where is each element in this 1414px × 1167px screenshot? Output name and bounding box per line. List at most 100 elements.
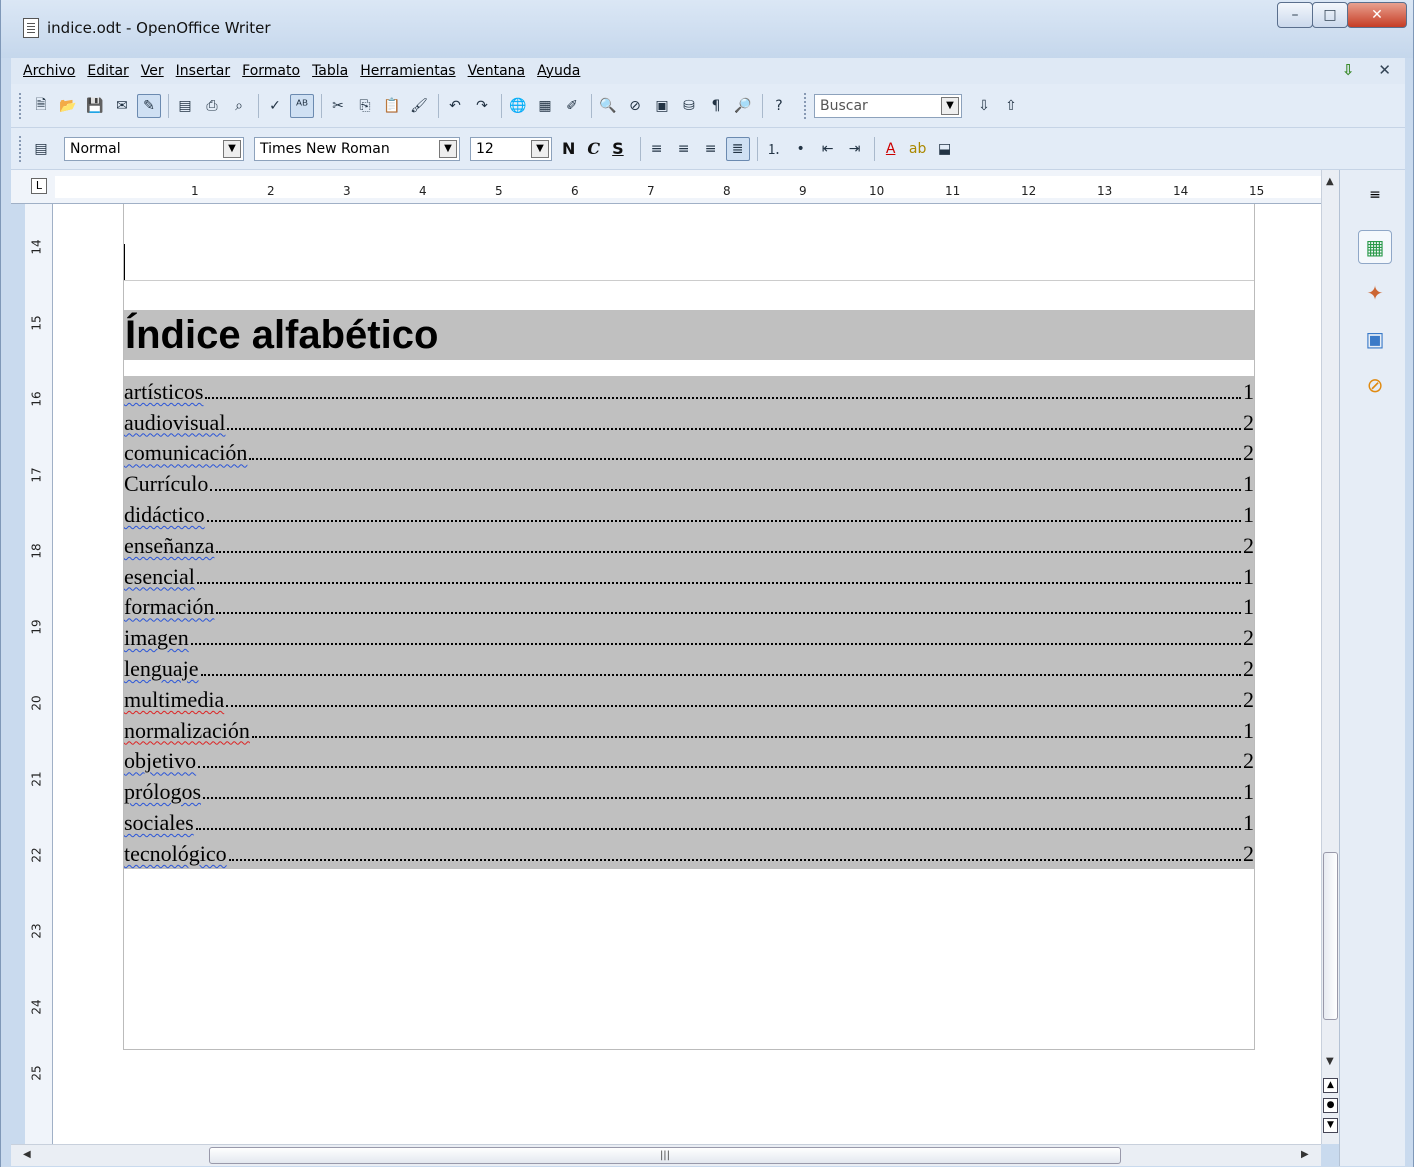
toolbar-grip[interactable] (19, 92, 23, 119)
redo-icon[interactable]: ↷ (470, 94, 494, 118)
horizontal-scrollbar[interactable]: ◀ ||| ▶ (11, 1144, 1321, 1166)
hyperlink-icon[interactable]: 🌐 (506, 94, 530, 118)
menu-formato[interactable]: Formato (242, 63, 300, 79)
justify-icon[interactable]: ≣ (725, 136, 750, 161)
close-button[interactable]: ✕ (1347, 2, 1407, 28)
numbering-icon[interactable]: ⒈ (762, 137, 786, 161)
sidebar-menu-icon[interactable]: ≡ (1358, 178, 1392, 212)
table-icon[interactable]: ▦ (533, 94, 557, 118)
menu-ayuda[interactable]: Ayuda (537, 63, 580, 79)
index-page: 1 (1243, 563, 1254, 589)
scroll-down-icon[interactable]: ▼ (1326, 1056, 1334, 1067)
show-draw-functions-icon[interactable]: ✐ (560, 94, 584, 118)
chevron-down-icon[interactable]: ▼ (941, 96, 959, 115)
styles-icon[interactable]: ✦ (1358, 276, 1392, 310)
data-sources-icon[interactable]: ⛁ (677, 94, 701, 118)
spellcheck-icon[interactable]: ✓ (263, 94, 287, 118)
navigator-sidebar-icon[interactable]: ⊘ (1358, 368, 1392, 402)
index-entries: artísticos 1 audiovisual 2 comunicación 2 C… (124, 376, 1254, 869)
bold-button[interactable]: N (562, 139, 575, 158)
italic-button[interactable]: C (587, 139, 600, 158)
update-icon[interactable]: ⇩ (1342, 61, 1355, 79)
vertical-scroll-thumb[interactable] (1323, 852, 1338, 1020)
horizontal-ruler[interactable]: L 1 2 3 4 5 6 7 8 9 10 11 12 13 14 15 (11, 170, 1339, 204)
gallery-icon[interactable]: ▣ (650, 94, 674, 118)
increase-indent-icon[interactable]: ⇥ (843, 137, 867, 161)
document-area[interactable]: Índice alfabético artísticos 1 audiovisua… (53, 204, 1321, 1144)
font-name-select[interactable]: Times New Roman ▼ (254, 136, 460, 161)
toolbar-grip[interactable] (804, 92, 808, 119)
menu-tabla[interactable]: Tabla (312, 63, 348, 79)
font-size-select[interactable]: 12 ▼ (470, 136, 552, 161)
menu-archivo[interactable]: Archivo (23, 63, 75, 79)
minimize-button[interactable]: – (1277, 2, 1313, 28)
autospellcheck-icon[interactable]: ᴬᴮ (290, 93, 314, 118)
document-page[interactable]: Índice alfabético artísticos 1 audiovisua… (123, 204, 1255, 1050)
index-heading: Índice alfabético (124, 310, 1254, 360)
align-right-icon[interactable]: ≡ (699, 137, 723, 161)
index-page: 1 (1243, 501, 1254, 527)
background-color-icon[interactable]: ⬓ (933, 137, 957, 161)
new-document-icon[interactable]: 🗎 (29, 94, 53, 118)
menu-ver[interactable]: Ver (141, 63, 164, 79)
search-input[interactable]: Buscar ▼ (814, 93, 962, 118)
horizontal-scroll-thumb[interactable]: ||| (209, 1147, 1121, 1164)
edit-mode-icon[interactable]: ✎ (137, 93, 161, 118)
undo-icon[interactable]: ↶ (443, 94, 467, 118)
underline-button[interactable]: S (612, 139, 624, 158)
maximize-button[interactable]: □ (1312, 2, 1348, 28)
ruler-number: 17 (29, 467, 44, 483)
highlight-icon[interactable]: ab (906, 137, 930, 161)
copy-icon[interactable]: ⎘ (353, 94, 377, 118)
styles-formatting-icon[interactable]: ▤ (29, 137, 53, 161)
print-icon[interactable]: ⎙ (200, 94, 224, 118)
format-paintbrush-icon[interactable]: 🖌 (407, 94, 431, 118)
print-preview-icon[interactable]: ⌕ (227, 94, 251, 118)
scroll-right-icon[interactable]: ▶ (1301, 1149, 1309, 1160)
index-term: Currículo (124, 471, 209, 497)
menu-insertar[interactable]: Insertar (176, 63, 231, 79)
chevron-down-icon[interactable]: ▼ (223, 139, 241, 158)
previous-page-icon[interactable]: ▲ (1323, 1078, 1338, 1093)
bullets-icon[interactable]: • (789, 137, 813, 161)
help-icon[interactable]: ? (767, 94, 791, 118)
save-icon[interactable]: 💾 (83, 94, 107, 118)
email-icon[interactable]: ✉ (110, 94, 134, 118)
index-page: 2 (1243, 532, 1254, 558)
vertical-scrollbar[interactable]: ▲ ▼ ▲ ● ▼ (1321, 170, 1339, 1144)
gallery-sidebar-icon[interactable]: ▣ (1358, 322, 1392, 356)
properties-icon[interactable]: ▦ (1358, 230, 1392, 264)
index-term: enseñanza (124, 532, 215, 558)
export-pdf-icon[interactable]: ▤ (173, 94, 197, 118)
font-color-icon[interactable]: A (879, 137, 903, 161)
align-center-icon[interactable]: ≡ (672, 137, 696, 161)
cut-icon[interactable]: ✂ (326, 94, 350, 118)
zoom-icon[interactable]: 🔎 (731, 94, 755, 118)
paragraph-style-select[interactable]: Normal ▼ (64, 136, 244, 161)
scroll-left-icon[interactable]: ◀ (23, 1149, 31, 1160)
menu-ventana[interactable]: Ventana (468, 63, 526, 79)
open-folder-icon[interactable]: 📂 (56, 94, 80, 118)
vertical-ruler[interactable]: 14 15 16 17 18 19 20 21 22 23 24 25 (25, 204, 53, 1144)
index-term: prólogos (124, 779, 201, 805)
find-next-icon[interactable]: ⇩ (972, 94, 996, 118)
close-document-icon[interactable]: ✕ (1378, 61, 1391, 79)
scroll-up-icon[interactable]: ▲ (1326, 176, 1334, 187)
menu-editar[interactable]: Editar (87, 63, 128, 79)
ruler-number: 7 (647, 184, 655, 198)
next-page-icon[interactable]: ▼ (1323, 1118, 1338, 1133)
paste-icon[interactable]: 📋 (380, 94, 404, 118)
ruler-number: 1 (191, 184, 199, 198)
formatting-marks-icon[interactable]: ¶ (704, 94, 728, 118)
navigator-icon[interactable]: ⊘ (623, 94, 647, 118)
toolbar-grip[interactable] (19, 135, 23, 162)
find-replace-icon[interactable]: 🔍 (596, 94, 620, 118)
navigation-icon[interactable]: ● (1323, 1098, 1338, 1113)
menu-herramientas[interactable]: Herramientas (360, 63, 455, 79)
find-previous-icon[interactable]: ⇧ (999, 94, 1023, 118)
chevron-down-icon[interactable]: ▼ (531, 139, 549, 158)
decrease-indent-icon[interactable]: ⇤ (816, 137, 840, 161)
tab-stop-icon[interactable]: L (31, 178, 47, 194)
align-left-icon[interactable]: ≡ (645, 137, 669, 161)
chevron-down-icon[interactable]: ▼ (439, 139, 457, 158)
